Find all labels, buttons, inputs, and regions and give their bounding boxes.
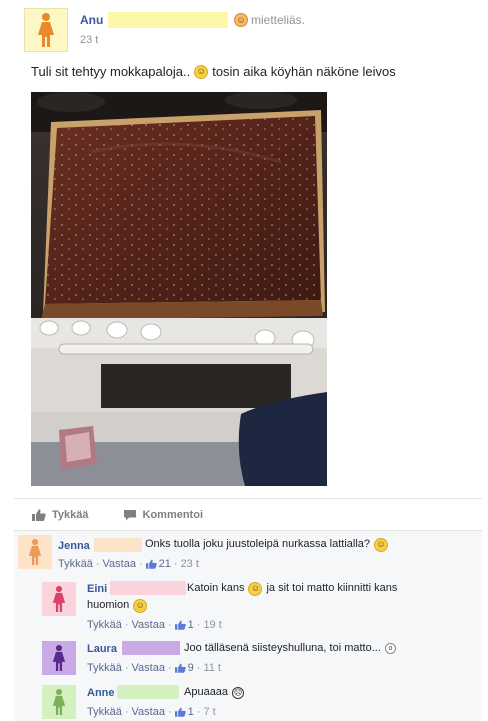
person-icon xyxy=(52,645,66,671)
thumbs-up-icon xyxy=(145,559,157,569)
post-text: Tuli sit tehtyy mokkapaloja.. ☺ tosin ai… xyxy=(31,64,396,79)
smiley-icon: ☺ xyxy=(248,581,263,596)
scared-face-icon: ☹ xyxy=(232,686,245,699)
commenter-name[interactable]: Eini xyxy=(87,583,107,595)
comment-text-body: Apuaaaa xyxy=(184,686,229,698)
commenter-name[interactable]: Jenna xyxy=(58,540,90,552)
comment-text-part-2: ja sit toi matto kiinnitti kans xyxy=(266,582,398,594)
comment-text-line-2: huomion ☺ xyxy=(87,598,148,613)
comment-text-body: Onks tuolla joku juustoleipä nurkassa la… xyxy=(145,538,371,550)
comment-reply-link[interactable]: Vastaa xyxy=(132,619,165,631)
commenter-name[interactable]: Anne xyxy=(87,687,115,699)
cake-photo-illustration xyxy=(31,92,327,486)
comment-reply-link[interactable]: Vastaa xyxy=(132,662,165,674)
like-button[interactable]: Tykkää xyxy=(32,509,89,521)
comment-icon xyxy=(123,509,136,520)
smiley-icon: ☺ xyxy=(234,13,248,27)
post-text-main: Tuli sit tehtyy mokkapaloja.. xyxy=(31,64,191,79)
comment-text-part-3: huomion xyxy=(87,599,130,611)
post-timestamp[interactable]: 23 t xyxy=(80,34,98,46)
comment-reply-link[interactable]: Vastaa xyxy=(132,706,165,718)
comment-text: Joo tälläsenä siisteyshulluna, toi matto… xyxy=(184,641,396,656)
like-label: Tykkää xyxy=(52,508,89,521)
post-action-bar: Tykkää Kommentoi xyxy=(14,498,482,530)
comment-meta: Tykkää · Vastaa · 1 · 7 t xyxy=(87,706,216,718)
author-avatar[interactable] xyxy=(24,8,68,52)
comment-time[interactable]: 7 t xyxy=(203,706,215,718)
comment-like-count[interactable]: 21 xyxy=(145,558,171,570)
thumbs-up-icon xyxy=(32,508,46,521)
thumbs-up-icon xyxy=(174,707,186,717)
thumbs-up-icon xyxy=(174,620,186,630)
comment-like-link[interactable]: Tykkää xyxy=(87,662,122,674)
commenter-avatar[interactable] xyxy=(42,641,76,675)
comment-like-count[interactable]: 9 xyxy=(174,662,194,674)
comment-time[interactable]: 23 t xyxy=(181,558,199,570)
feeling-status: ☺ mietteliäs. xyxy=(234,13,305,27)
comment-text: Katoin kans ☺ ja sit toi matto kiinnitti… xyxy=(187,581,397,596)
comment-text: Apuaaaa ☹ xyxy=(184,685,245,700)
comment-like-count[interactable]: 1 xyxy=(174,619,194,631)
comment-reply-link[interactable]: Vastaa xyxy=(103,558,136,570)
comment-time[interactable]: 19 t xyxy=(203,619,221,631)
person-icon xyxy=(28,539,42,565)
person-icon xyxy=(38,13,54,47)
redacted-surname xyxy=(110,581,186,595)
grin-icon: ☺ xyxy=(194,64,209,79)
comment-like-count[interactable]: 1 xyxy=(174,706,194,718)
commenter-avatar[interactable] xyxy=(42,685,76,719)
author-name[interactable]: Anu xyxy=(80,13,103,27)
person-icon xyxy=(52,689,66,715)
comment-label: Kommentoi xyxy=(142,508,204,521)
post-photo[interactable] xyxy=(31,92,327,486)
commenter-name[interactable]: Laura xyxy=(87,643,117,655)
redacted-surname xyxy=(122,641,180,655)
comment-time[interactable]: 11 t xyxy=(203,662,221,674)
thumbs-up-icon xyxy=(174,663,186,673)
grin-icon: ☺ xyxy=(133,598,148,613)
facebook-post: Anu ☺ mietteliäs. 23 t Tuli sit tehtyy m… xyxy=(0,0,488,721)
redacted-surname xyxy=(117,685,179,699)
comment-text-body: Joo tälläsenä siisteyshulluna, toi matto… xyxy=(184,642,381,654)
comment-like-link[interactable]: Tykkää xyxy=(87,706,122,718)
post-text-tail: tosin aika köyhän näköne leivos xyxy=(212,64,396,79)
comment-meta: Tykkää · Vastaa · 21 · 23 t xyxy=(58,558,199,570)
comment-like-link[interactable]: Tykkää xyxy=(87,619,122,631)
comment-meta: Tykkää · Vastaa · 1 · 19 t xyxy=(87,619,222,631)
redacted-surname xyxy=(108,12,228,28)
redacted-surname xyxy=(94,538,142,552)
comments-section: Jenna Onks tuolla joku juustoleipä nurka… xyxy=(14,530,482,721)
grin-icon: ☺ xyxy=(374,537,389,552)
comment-text-part-1: Katoin kans xyxy=(187,582,245,594)
surprised-face-icon: o xyxy=(384,643,396,654)
comment-meta: Tykkää · Vastaa · 9 · 11 t xyxy=(87,662,221,674)
feeling-label: mietteliäs. xyxy=(251,13,306,27)
commenter-avatar[interactable] xyxy=(18,535,52,569)
person-icon xyxy=(52,586,66,612)
comment-text: Onks tuolla joku juustoleipä nurkassa la… xyxy=(145,537,389,552)
comment-button[interactable]: Kommentoi xyxy=(123,508,204,521)
comment-like-link[interactable]: Tykkää xyxy=(58,558,93,570)
commenter-avatar[interactable] xyxy=(42,582,76,616)
